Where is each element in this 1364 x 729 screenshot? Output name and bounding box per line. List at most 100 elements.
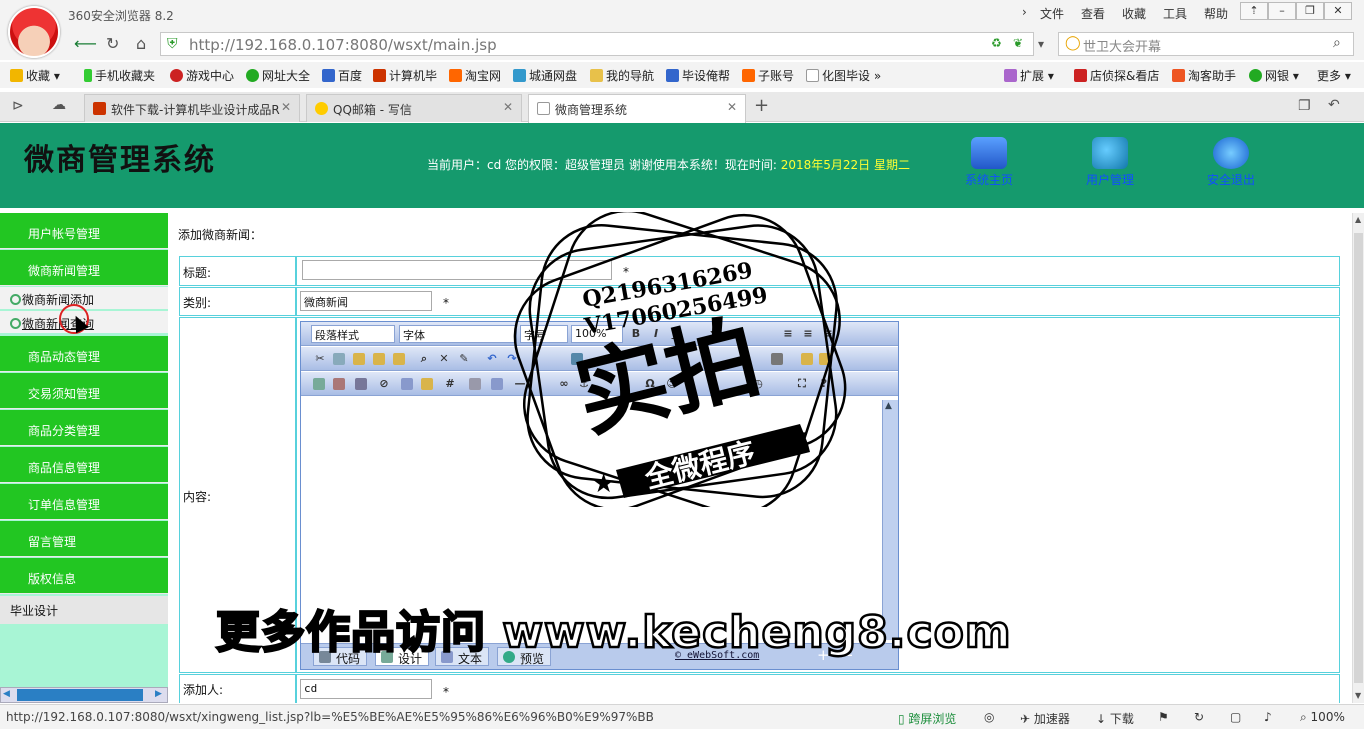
flag-icon[interactable]: ⚑: [1158, 710, 1169, 724]
highlight-icon[interactable]: [819, 353, 831, 365]
recycle-icon[interactable]: ♻: [991, 36, 1002, 50]
font-select[interactable]: 字体: [399, 325, 517, 343]
media-icon[interactable]: [355, 378, 367, 390]
tab-wechat-business[interactable]: 微商管理系统 ✕: [528, 94, 746, 123]
scroll-down-icon[interactable]: ▼: [1355, 691, 1361, 700]
layer-icon[interactable]: [491, 378, 503, 390]
bold-button[interactable]: B: [629, 327, 643, 341]
volume-icon[interactable]: ♪: [1264, 710, 1272, 724]
font-size-select[interactable]: 字号: [520, 325, 568, 343]
hr-icon[interactable]: —: [513, 377, 527, 391]
new-tab-button[interactable]: +: [754, 95, 769, 116]
zoom-select[interactable]: 100%: [571, 325, 623, 343]
menu-tools[interactable]: 工具: [1163, 5, 1187, 22]
scroll-up-icon[interactable]: ▲: [885, 401, 892, 411]
minimize-button[interactable]: –: [1268, 2, 1296, 20]
list-icon[interactable]: [571, 353, 583, 365]
bookmark-item[interactable]: 我的导航: [590, 67, 654, 84]
nav-logout[interactable]: 安全退出: [1196, 137, 1266, 188]
bookmark-item[interactable]: 收藏 ▾: [10, 67, 60, 84]
menu-help[interactable]: 帮助: [1204, 5, 1228, 22]
adder-input[interactable]: cd: [300, 679, 432, 699]
tab-close-icon[interactable]: ✕: [281, 100, 291, 114]
home-icon[interactable]: ⌂: [136, 34, 146, 53]
zoom-level[interactable]: ⌕ 100%: [1300, 710, 1345, 725]
sidebar-item-categories[interactable]: 商品分类管理: [0, 410, 168, 446]
accelerator-button[interactable]: ✈ 加速器: [1020, 710, 1070, 727]
sidebar-hscrollbar[interactable]: ◀ ▶: [0, 687, 168, 703]
menu-favorites[interactable]: 收藏: [1122, 5, 1146, 22]
fullscreen-icon[interactable]: ⛶: [795, 377, 809, 391]
restore-button[interactable]: ❐: [1296, 2, 1324, 20]
bookmark-item[interactable]: 计算机毕: [373, 67, 437, 84]
sidebar-item-messages[interactable]: 留言管理: [0, 521, 168, 557]
delete-icon[interactable]: ✕: [437, 352, 451, 366]
bookmark-item[interactable]: 扩展 ▾: [1004, 67, 1054, 84]
menu-file[interactable]: 文件: [1040, 5, 1064, 22]
find-icon[interactable]: ⌕: [417, 352, 431, 366]
insert-icon[interactable]: [401, 378, 413, 390]
title-input[interactable]: [302, 260, 612, 280]
special-char-icon[interactable]: Ω: [643, 377, 657, 391]
sidebar-item-news[interactable]: 微商新闻管理: [0, 250, 168, 286]
back-icon[interactable]: ⟵: [74, 34, 97, 53]
menu-arrow-icon[interactable]: ›: [1022, 5, 1027, 19]
pin-icon[interactable]: ⇡: [1240, 2, 1268, 20]
bookmark-item[interactable]: 城通网盘: [513, 67, 577, 84]
table-grid-icon[interactable]: #: [443, 377, 457, 391]
close-button[interactable]: ✕: [1324, 2, 1352, 20]
help-icon[interactable]: ?: [817, 377, 831, 391]
align-right-icon[interactable]: ≡: [801, 327, 815, 341]
anchor-icon[interactable]: ⚓: [577, 377, 591, 391]
bookmark-item[interactable]: 更多 ▾: [1317, 67, 1351, 84]
bookmark-item[interactable]: 手机收藏夹: [84, 67, 155, 84]
sidebar-toggle-icon[interactable]: ⊳: [12, 98, 24, 114]
link-icon[interactable]: ∞: [557, 377, 571, 391]
form-icon[interactable]: [421, 378, 433, 390]
page-vscrollbar[interactable]: ▲ ▼: [1352, 213, 1364, 703]
search-input[interactable]: 世卫大会开幕: [1083, 36, 1161, 55]
undo-icon[interactable]: ↶: [485, 352, 499, 366]
image-icon[interactable]: [313, 378, 325, 390]
sidebar-subitem-news-add[interactable]: 微商新闻添加: [0, 287, 168, 309]
reload-icon[interactable]: ↻: [106, 34, 119, 53]
bookmark-item[interactable]: 淘客助手: [1172, 67, 1236, 84]
italic-button[interactable]: I: [649, 327, 663, 341]
bookmark-item[interactable]: 子账号: [742, 67, 794, 84]
address-bar[interactable]: ⛨ http://192.168.0.107:8080/wsxt/main.js…: [160, 32, 1034, 56]
bookmark-item[interactable]: 店侦探&看店: [1074, 67, 1159, 84]
frame-icon[interactable]: [469, 378, 481, 390]
attachment-icon[interactable]: ⊘: [377, 377, 391, 391]
tab-qq-mail[interactable]: QQ邮箱 - 写信 ✕: [306, 94, 522, 122]
bookmark-item[interactable]: 网银 ▾: [1249, 67, 1299, 84]
chevron-down-icon[interactable]: ▾: [1038, 37, 1044, 51]
tab-close-icon[interactable]: ✕: [503, 100, 513, 114]
redo-icon[interactable]: ↷: [505, 352, 519, 366]
paste-word-icon[interactable]: [393, 353, 405, 365]
scroll-up-icon[interactable]: ▲: [1355, 215, 1361, 224]
bookmark-item[interactable]: 毕设俺帮: [666, 67, 730, 84]
bookmark-item[interactable]: 游戏中心: [170, 67, 234, 84]
category-input[interactable]: 微商新闻: [300, 291, 432, 311]
tab-close-icon[interactable]: ✕: [727, 100, 737, 114]
date-icon[interactable]: ◷: [751, 377, 765, 391]
justify-icon[interactable]: ≡: [821, 327, 835, 341]
sidebar-item-trade-notice[interactable]: 交易须知管理: [0, 373, 168, 409]
emoticon-icon[interactable]: ☺: [665, 377, 679, 391]
sidebar-item-products[interactable]: 商品信息管理: [0, 447, 168, 483]
underline-button[interactable]: U: [669, 327, 683, 341]
scroll-thumb[interactable]: [17, 689, 143, 701]
scroll-left-icon[interactable]: ◀: [3, 689, 10, 699]
search-box[interactable]: ◯ 世卫大会开幕 ⌕: [1058, 32, 1354, 56]
download-button[interactable]: ↓ 下载: [1096, 710, 1134, 727]
superscript-button[interactable]: x²: [709, 327, 723, 341]
scroll-thumb[interactable]: [1354, 233, 1363, 683]
menu-view[interactable]: 查看: [1081, 5, 1105, 22]
cut-icon[interactable]: ✂: [313, 352, 327, 366]
tab-software-download[interactable]: 软件下载-计算机毕业设计成品R ✕: [84, 94, 300, 122]
undo-close-icon[interactable]: ↶: [1328, 97, 1340, 113]
bookmark-item[interactable]: 化图毕设 »: [806, 67, 881, 84]
paste-text-icon[interactable]: [373, 353, 385, 365]
tab-list-icon[interactable]: ❐: [1298, 98, 1311, 114]
nav-home[interactable]: 系统主页: [954, 137, 1024, 188]
